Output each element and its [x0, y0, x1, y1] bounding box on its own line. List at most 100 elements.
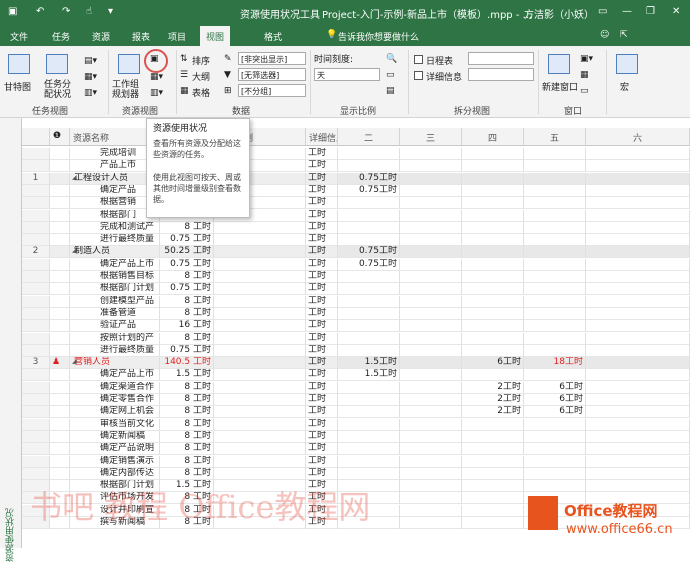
timephased-cell[interactable]	[462, 172, 524, 185]
timephased-cell[interactable]	[400, 357, 462, 370]
restore-icon[interactable]: ❐	[646, 6, 655, 17]
timephased-cell[interactable]	[586, 172, 690, 185]
timephased-cell[interactable]	[338, 148, 400, 160]
collapse-triangle-icon[interactable]: ◢	[72, 174, 77, 181]
indicator-cell[interactable]	[50, 455, 70, 468]
add-new-column-cell[interactable]	[214, 344, 306, 357]
timephased-cell[interactable]	[462, 258, 524, 271]
work-cell[interactable]: 8 工时	[160, 418, 214, 431]
table-row[interactable]: 确定新闻稿 8 工时 工时	[22, 430, 690, 443]
row-id-cell[interactable]	[22, 467, 50, 480]
work-cell[interactable]: 8 工时	[160, 406, 214, 419]
table-row[interactable]: 验证产品 16 工时 工时	[22, 320, 690, 333]
tab-resource[interactable]: 资源	[92, 30, 110, 43]
timephased-cell[interactable]	[524, 455, 586, 468]
selected-tasks-icon[interactable]: ▤	[386, 86, 395, 96]
details-cell[interactable]: 工时	[306, 443, 338, 456]
add-new-column-cell[interactable]	[214, 406, 306, 419]
timephased-cell[interactable]	[586, 430, 690, 443]
row-id-cell[interactable]	[22, 209, 50, 222]
outline-button[interactable]: 大纲	[192, 70, 210, 83]
timephased-cell[interactable]	[338, 443, 400, 456]
indicator-cell[interactable]	[50, 246, 70, 259]
timephased-cell[interactable]: 0.75工时	[338, 258, 400, 271]
timephased-cell[interactable]	[586, 148, 690, 160]
timephased-cell[interactable]	[338, 455, 400, 468]
resource-usage-icon[interactable]: ▣	[150, 54, 159, 64]
highlight-dropdown[interactable]: [非突出显示]	[238, 52, 306, 65]
timephased-cell[interactable]	[462, 418, 524, 431]
details-cell[interactable]: 工时	[306, 234, 338, 247]
table-row[interactable]: 确定销售演示 8 工时 工时	[22, 455, 690, 468]
work-cell[interactable]: 8 工时	[160, 394, 214, 406]
macros-button[interactable]: 宏	[620, 80, 629, 93]
timephased-cell[interactable]	[462, 234, 524, 247]
timephased-cell[interactable]	[400, 517, 462, 529]
details-cell[interactable]: 工时	[306, 246, 338, 259]
table-row[interactable]: 确定内部传达 8 工时 工时	[22, 467, 690, 480]
timephased-cell[interactable]	[338, 332, 400, 345]
row-id-cell[interactable]	[22, 381, 50, 394]
indicator-cell[interactable]	[50, 209, 70, 222]
timephased-cell[interactable]	[400, 283, 462, 296]
table-row[interactable]: 1 工程设计人员 工时 0.75工时 ◢	[22, 172, 690, 185]
user-name[interactable]: 方洁影（小妖）	[524, 6, 594, 21]
resource-name-cell[interactable]: 营销人员	[70, 357, 160, 370]
timephased-cell[interactable]	[524, 271, 586, 283]
resource-name-cell[interactable]: 审核当前文化	[70, 418, 160, 431]
table-row[interactable]: 审核当前文化 8 工时 工时	[22, 418, 690, 431]
timephased-cell[interactable]	[338, 320, 400, 333]
resource-name-cell[interactable]: 确定产品上市	[70, 369, 160, 382]
table-row[interactable]: 按照计划的产 8 工时 工时	[22, 332, 690, 345]
add-new-column-cell[interactable]	[214, 369, 306, 382]
timephased-cell[interactable]	[462, 369, 524, 382]
timephased-cell[interactable]	[400, 504, 462, 517]
timeline-dropdown[interactable]	[468, 52, 534, 65]
collapse-triangle-icon[interactable]: ◢	[72, 247, 77, 254]
timephased-cell[interactable]: 6工时	[524, 394, 586, 406]
gantt-chart-button[interactable]: 甘特图	[4, 80, 31, 93]
timephased-cell[interactable]	[586, 418, 690, 431]
minimize-icon[interactable]: —	[622, 6, 632, 17]
work-cell[interactable]: 140.5 工时	[160, 357, 214, 370]
resource-name-cell[interactable]: 制造人员	[70, 246, 160, 259]
timephased-cell[interactable]: 6工时	[524, 406, 586, 419]
table-row[interactable]: 准备管道 8 工时 工时	[22, 307, 690, 320]
timephased-cell[interactable]	[524, 443, 586, 456]
tell-me-input[interactable]: 告诉我你想要做什么	[338, 30, 419, 43]
row-id-cell[interactable]	[22, 320, 50, 333]
resource-name-cell[interactable]: 根据部门计划	[70, 283, 160, 296]
timephased-cell[interactable]	[462, 517, 524, 529]
timephased-cell[interactable]	[400, 344, 462, 357]
row-id-cell[interactable]	[22, 258, 50, 271]
work-cell[interactable]: 0.75 工时	[160, 234, 214, 247]
details-cell[interactable]: 工时	[306, 381, 338, 394]
timephased-cell[interactable]	[586, 246, 690, 259]
table-row[interactable]: 进行最终质量 0.75 工时 工时	[22, 234, 690, 247]
details-cell[interactable]: 工时	[306, 209, 338, 222]
details-cell[interactable]: 工时	[306, 271, 338, 283]
timephased-cell[interactable]: 18工时	[524, 357, 586, 370]
work-cell[interactable]: 0.75 工时	[160, 258, 214, 271]
table-row[interactable]: 3 ♟ 营销人员 140.5 工时 工时 1.5工时 6工时 18工时 ◢	[22, 357, 690, 370]
resource-name-cell[interactable]: 按照计划的产	[70, 332, 160, 345]
timephased-cell[interactable]	[524, 369, 586, 382]
indicator-cell[interactable]	[50, 467, 70, 480]
row-id-cell[interactable]	[22, 184, 50, 197]
timephased-cell[interactable]	[586, 332, 690, 345]
tab-file[interactable]: 文件	[10, 30, 28, 43]
timephased-cell[interactable]	[524, 184, 586, 197]
timephased-cell[interactable]	[462, 160, 524, 173]
details-cell[interactable]: 工时	[306, 148, 338, 160]
ribbon-display-icon[interactable]: ▭	[598, 6, 607, 17]
details-cell[interactable]: 工时	[306, 320, 338, 333]
timephased-cell[interactable]	[400, 455, 462, 468]
timephased-cell[interactable]	[524, 148, 586, 160]
details-cell[interactable]: 工时	[306, 369, 338, 382]
work-cell[interactable]: 50.25 工时	[160, 246, 214, 259]
table-row[interactable]: 确定产品上市 1.5 工时 工时 1.5工时	[22, 369, 690, 382]
timephased-cell[interactable]	[400, 320, 462, 333]
timephased-cell[interactable]	[586, 406, 690, 419]
timephased-cell[interactable]	[338, 344, 400, 357]
row-id-cell[interactable]: 3	[22, 357, 50, 370]
